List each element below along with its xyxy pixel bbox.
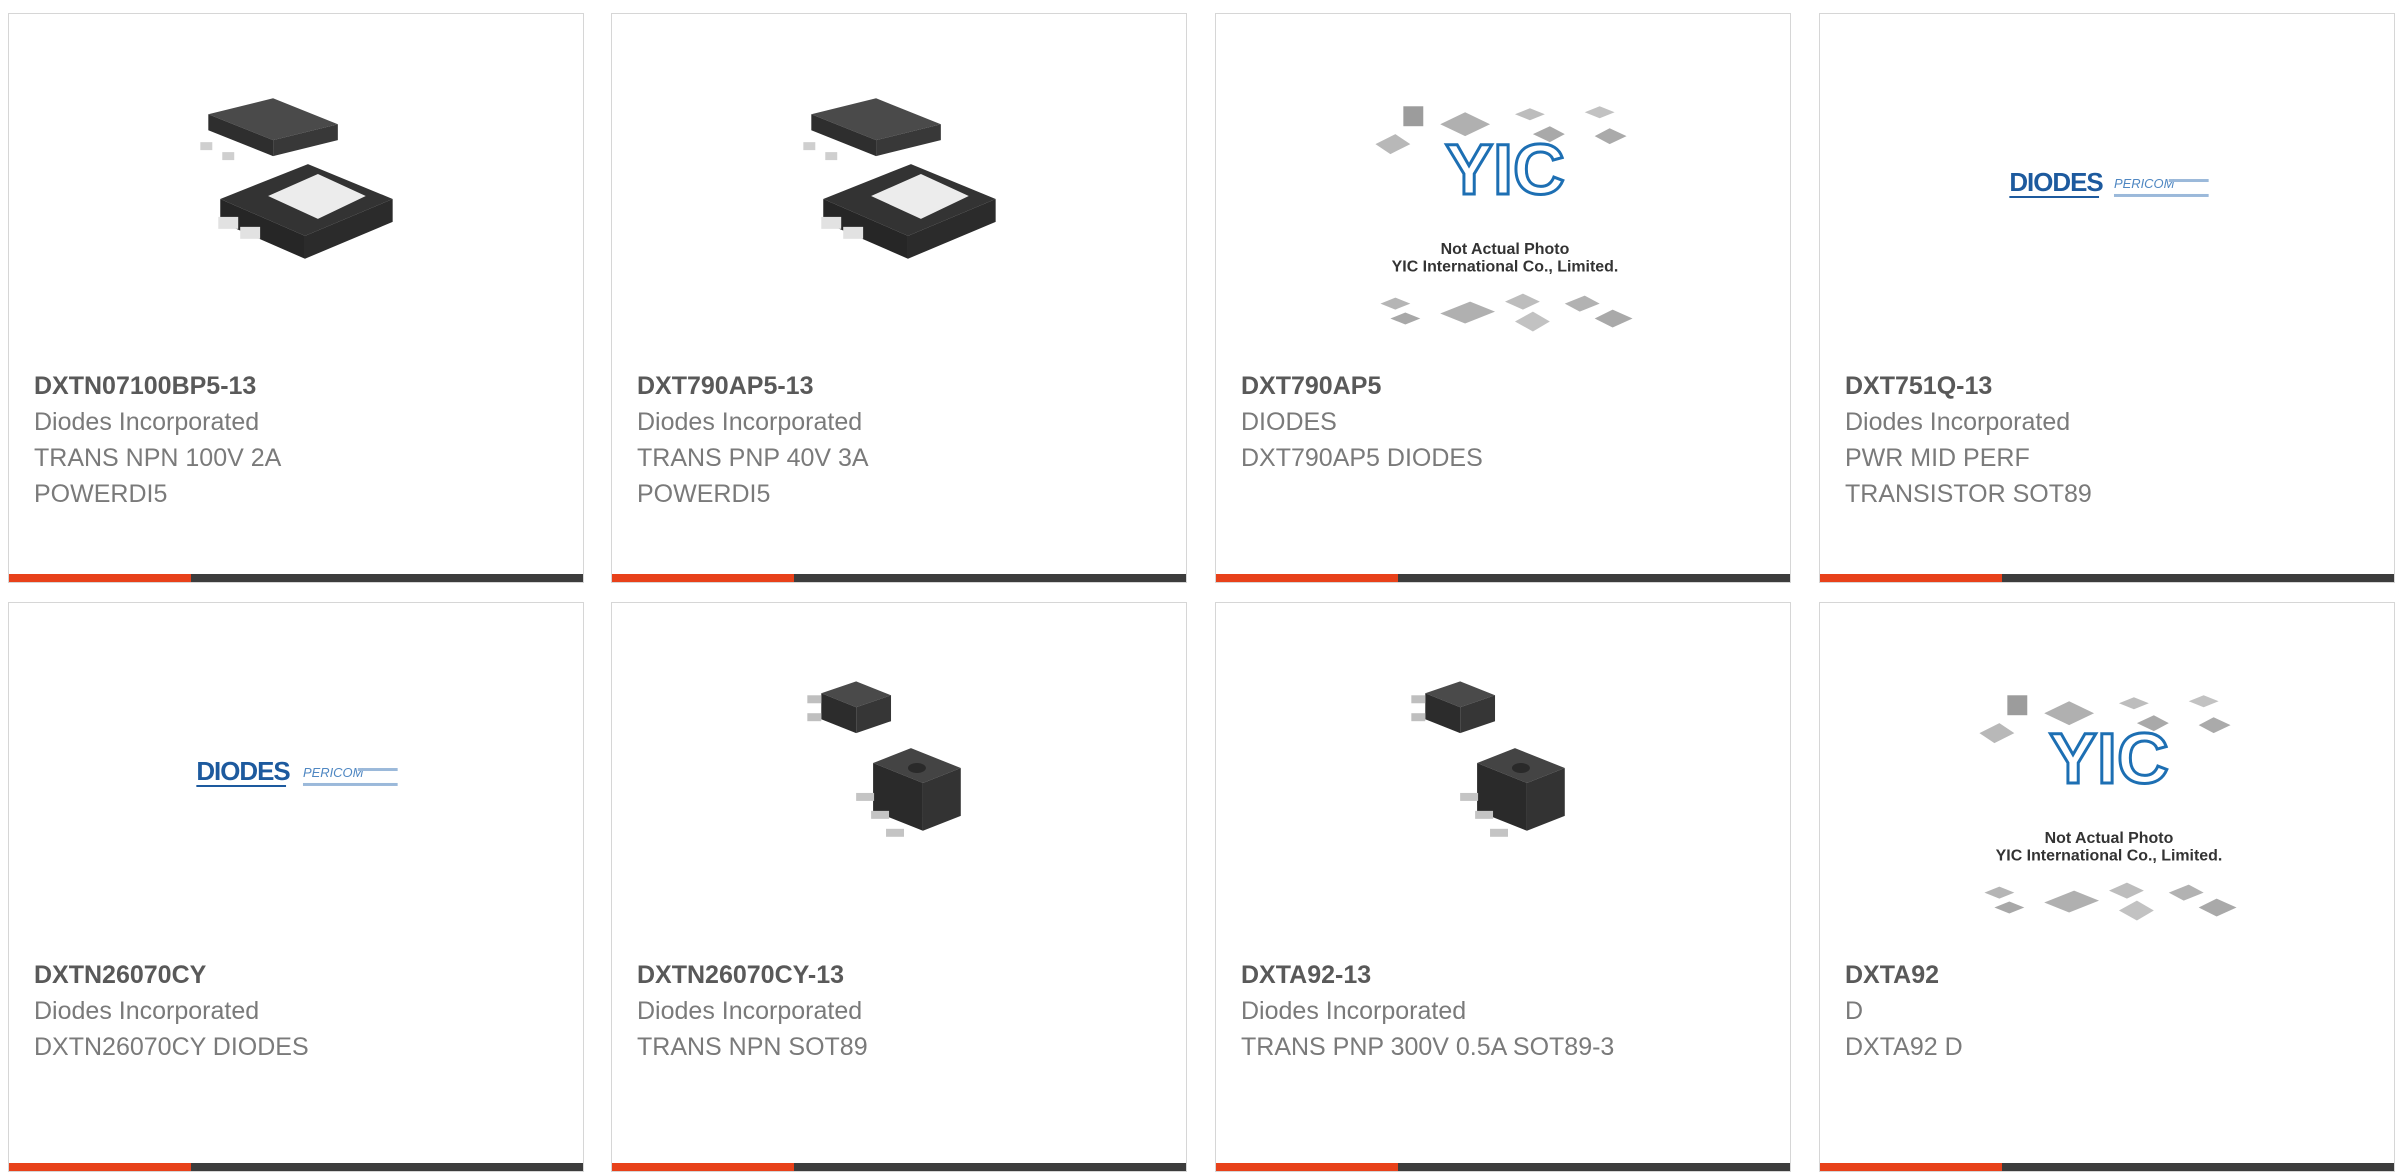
product-grid: DXTN07100BP5-13 Diodes Incorporated TRAN… [0,0,2400,1172]
product-image[interactable] [612,603,1186,948]
description: DXTN26070CY DIODES [34,1033,309,1061]
card-accent-bar [1820,574,2394,582]
powerdi5-package-image [803,98,996,259]
not-actual-photo-placeholder: YIC Not Actual Photo YIC International C… [1979,695,2237,921]
yic-logo: YIC [1445,130,1565,210]
description: TRANS NPN SOT89 [637,1033,868,1061]
product-card[interactable]: DXT790AP5-13 Diodes Incorporated TRANS P… [611,13,1187,583]
card-accent-bar [612,574,1186,582]
part-number-link[interactable]: DXTA92 [1845,957,2374,993]
placeholder-line1: Not Actual Photo [2045,830,2174,847]
diodes-pericom-logo-image: DIODES PERICOM [196,758,398,787]
yic-logo: YIC [2049,719,2169,799]
manufacturer: Diodes Incorporated [34,408,260,436]
card-accent-bar [9,574,583,582]
part-number-link[interactable]: DXTN07100BP5-13 [34,368,563,404]
placeholder-line2: YIC International Co., Limited. [1392,259,1619,276]
description: TRANS PNP 40V 3A POWERDI5 [637,444,868,508]
diodes-logo: DIODES [2009,169,2103,197]
description: TRANS PNP 300V 0.5A SOT89-3 [1241,1033,1615,1061]
manufacturer: Diodes Incorporated [637,408,863,436]
product-card[interactable]: YIC Not Actual Photo YIC International C… [1215,13,1791,583]
product-card[interactable]: DIODES PERICOM DXTN26070CY Diodes Incorp… [8,602,584,1172]
manufacturer: Diodes Incorporated [1845,408,2071,436]
powerdi5-package-image [200,98,393,259]
product-image[interactable]: DIODES PERICOM [1820,14,2394,359]
description: DXTA92 D [1845,1033,1963,1061]
manufacturer: Diodes Incorporated [637,997,863,1025]
card-accent-bar [612,1163,1186,1171]
manufacturer: Diodes Incorporated [1241,997,1467,1025]
product-card[interactable]: DXTN26070CY-13 Diodes Incorporated TRANS… [611,602,1187,1172]
manufacturer: DIODES [1241,408,1337,436]
card-accent-bar [1216,1163,1790,1171]
product-card[interactable]: DXTN07100BP5-13 Diodes Incorporated TRAN… [8,13,584,583]
card-accent-bar [1216,574,1790,582]
product-image[interactable]: YIC Not Actual Photo YIC International C… [1820,603,2394,948]
diodes-logo: DIODES [196,758,290,786]
card-accent-bar [9,1163,583,1171]
part-number-link[interactable]: DXT790AP5-13 [637,368,1166,404]
manufacturer: Diodes Incorporated [34,997,260,1025]
product-card[interactable]: DIODES PERICOM DXT751Q-13 Diodes Incorpo… [1819,13,2395,583]
sot89-package-image [807,681,961,837]
placeholder-line2: YIC International Co., Limited. [1996,848,2223,865]
description: TRANS NPN 100V 2A POWERDI5 [34,444,280,508]
description: DXT790AP5 DIODES [1241,444,1483,472]
product-image[interactable] [9,14,583,359]
product-card[interactable]: YIC Not Actual Photo YIC International C… [1819,602,2395,1172]
product-image[interactable] [612,14,1186,359]
part-number-link[interactable]: DXTN26070CY-13 [637,957,1166,993]
manufacturer: D [1845,997,1864,1025]
product-image[interactable] [1216,603,1790,948]
pericom-logo: PERICOM [303,765,364,780]
part-number-link[interactable]: DXTA92-13 [1241,957,1770,993]
not-actual-photo-placeholder: YIC Not Actual Photo YIC International C… [1375,106,1633,332]
pericom-logo: PERICOM [2114,176,2175,191]
part-number-link[interactable]: DXT751Q-13 [1845,368,2374,404]
part-number-link[interactable]: DXTN26070CY [34,957,563,993]
part-number-link[interactable]: DXT790AP5 [1241,368,1770,404]
card-accent-bar [1820,1163,2394,1171]
product-card[interactable]: DXTA92-13 Diodes Incorporated TRANS PNP … [1215,602,1791,1172]
description: PWR MID PERF TRANSISTOR SOT89 [1845,444,2092,508]
placeholder-line1: Not Actual Photo [1441,241,1570,258]
product-image[interactable]: DIODES PERICOM [9,603,583,948]
diodes-pericom-logo-image: DIODES PERICOM [2009,169,2209,198]
sot89-package-image [1411,681,1565,837]
product-image[interactable]: YIC Not Actual Photo YIC International C… [1216,14,1790,359]
